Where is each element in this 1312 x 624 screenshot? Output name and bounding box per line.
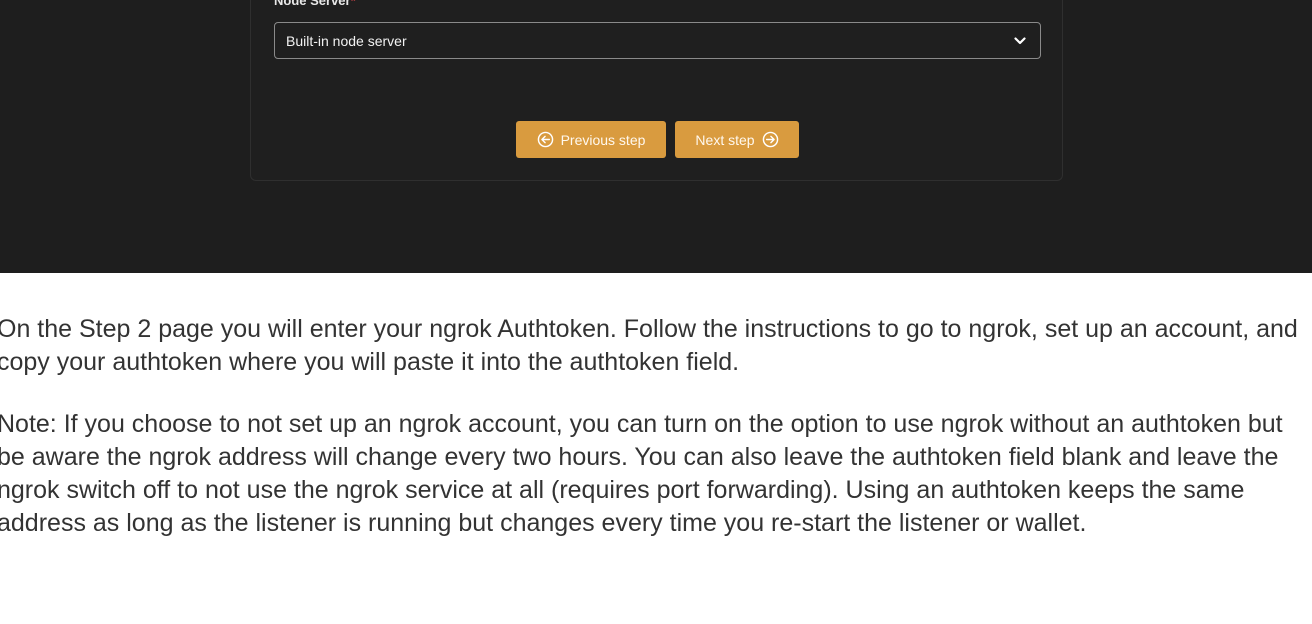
node-server-label: Node Server* — [274, 0, 356, 9]
arrow-right-circle-icon — [762, 131, 778, 148]
chevron-down-icon — [1014, 36, 1026, 44]
article-paragraph-2: Note: If you choose to not set up an ngr… — [0, 410, 1283, 537]
article-paragraph-1: On the Step 2 page you will enter your n… — [0, 315, 1298, 376]
previous-step-button[interactable]: Previous step — [516, 121, 666, 158]
required-mark: * — [350, 0, 356, 8]
arrow-left-circle-icon — [537, 131, 553, 148]
node-server-select-value: Built-in node server — [286, 32, 407, 49]
node-server-label-text: Node Server — [274, 0, 351, 8]
next-step-button[interactable]: Next step — [675, 121, 799, 158]
previous-step-label: Previous step — [560, 131, 646, 148]
embedded-screenshot: Node Server* Built-in node server Previo… — [0, 0, 1312, 273]
node-server-select[interactable]: Built-in node server — [274, 22, 1041, 59]
article-body: On the Step 2 page you will enter your n… — [0, 313, 1312, 569]
next-step-label: Next step — [695, 131, 755, 148]
